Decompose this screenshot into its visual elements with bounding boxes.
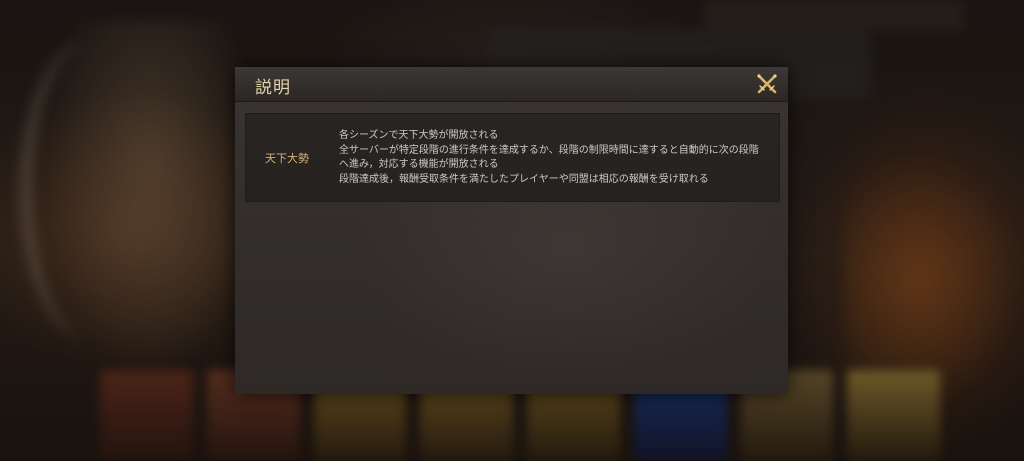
info-row-label: 天下大勢 [265,151,309,165]
dialog-title: 説明 [255,78,291,98]
description-line: 段階達成後，報酬受取条件を満たしたプレイヤーや同盟は相応の報酬を受け取れる [339,173,709,185]
info-row: 天下大勢 各シーズンで天下大勢が開放される 全サーバーが特定段階の進行条件を達成… [245,113,780,202]
crossed-swords-close-icon [757,74,777,94]
description-line: 全サーバーが特定段階の進行条件を達成するか、段階の制限時間に達すると自動的に次の… [339,144,759,156]
dialog-header: 説明 [235,67,788,102]
close-button[interactable] [753,70,781,98]
description-line: 各シーズンで天下大勢が開放される [339,130,499,141]
description-line: へ進み，対応する機能が開放される [339,159,499,170]
explanation-dialog: 説明 天下大勢 各シーズンで天下大勢が開放される 全サーバーが特定段階の進行条件… [235,67,788,394]
info-row-description: 各シーズンで天下大勢が開放される 全サーバーが特定段階の進行条件を達成するか、段… [339,129,769,187]
